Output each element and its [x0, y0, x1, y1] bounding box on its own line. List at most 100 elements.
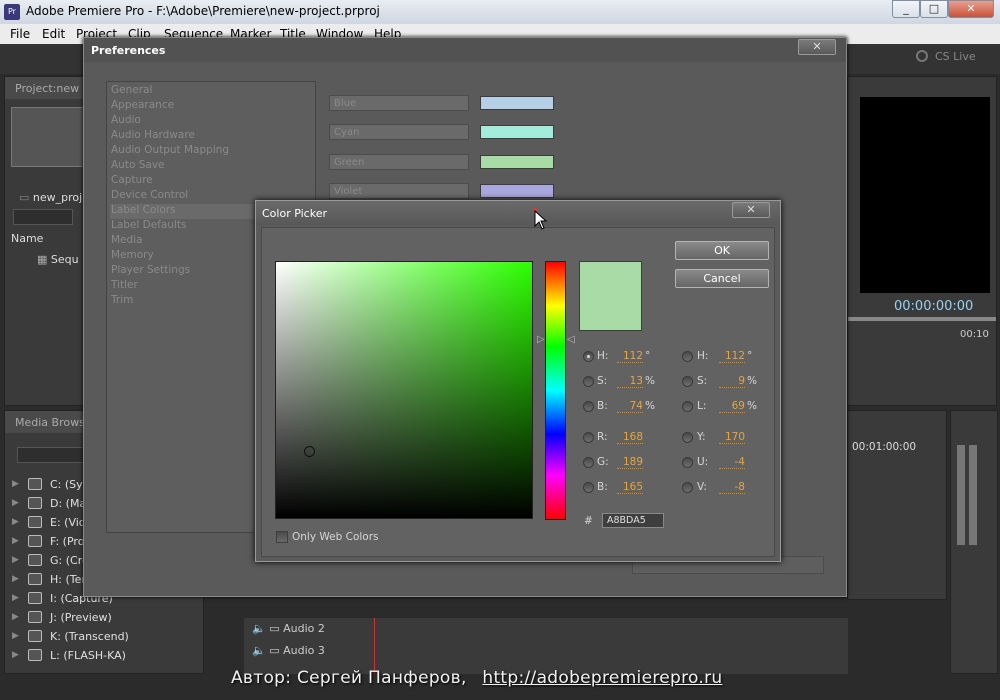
- author-url[interactable]: http://adobepremierepro.ru: [482, 668, 722, 688]
- hue-slider-right-arrow-icon[interactable]: ◁: [567, 334, 575, 345]
- monitor-timecode[interactable]: 00:00:00:00: [894, 299, 973, 314]
- label-color-swatch[interactable]: [480, 96, 554, 110]
- sequence-icon: ▦: [37, 253, 51, 266]
- maximize-button[interactable]: □: [920, 0, 948, 18]
- menu-edit[interactable]: Edit: [42, 27, 65, 41]
- yuv-v-radio[interactable]: [682, 482, 693, 493]
- hsb-hue-value[interactable]: 112: [617, 350, 643, 363]
- rgb-blue-label: B:: [597, 481, 608, 493]
- label-color-swatch[interactable]: [480, 184, 554, 198]
- drive-item[interactable]: ▶ J: (Preview): [0, 609, 200, 628]
- hsl-hue-radio[interactable]: [682, 351, 693, 362]
- category-audio[interactable]: Audio: [110, 114, 310, 129]
- speaker-icon: 🔈 ▭: [252, 622, 284, 635]
- preferences-close-button[interactable]: ✕: [798, 39, 836, 55]
- cancel-button[interactable]: Cancel: [675, 269, 769, 288]
- drive-item[interactable]: ▶ L: (FLASH-KA): [0, 647, 200, 666]
- hsl-saturation-radio[interactable]: [682, 376, 693, 387]
- cs-live-label[interactable]: CS Live: [935, 50, 976, 63]
- category-capture[interactable]: Capture: [110, 174, 310, 189]
- timeline-tracks: 🔈 ▭ Audio 2 🔈 ▭ Audio 3: [244, 618, 848, 674]
- category-audio-output-mapping[interactable]: Audio Output Mapping: [110, 144, 310, 159]
- playhead[interactable]: [374, 618, 375, 674]
- yuv-y-value[interactable]: 170: [719, 431, 745, 444]
- yuv-u-value[interactable]: -4: [719, 456, 745, 469]
- saturation-brightness-field[interactable]: [275, 261, 533, 519]
- color-picker-close-button[interactable]: ✕: [732, 202, 770, 218]
- new-color-preview: [579, 261, 642, 331]
- menu-file[interactable]: File: [10, 27, 30, 41]
- yuv-u-label: U:: [697, 456, 709, 468]
- hsl-lightness-label: L:: [697, 400, 707, 412]
- rgb-green-radio[interactable]: [583, 457, 594, 468]
- project-search-input[interactable]: [13, 209, 73, 225]
- media-browser-dropdown[interactable]: [17, 447, 87, 463]
- yuv-u-radio[interactable]: [682, 457, 693, 468]
- hsb-saturation-radio[interactable]: [583, 376, 594, 387]
- color-picker-title: Color Picker: [262, 207, 327, 220]
- hue-slider[interactable]: [545, 261, 566, 520]
- hsl-hue-value[interactable]: 112: [719, 350, 745, 363]
- program-monitor-video: [860, 97, 990, 293]
- hsb-brightness-value[interactable]: 74: [617, 400, 643, 413]
- hsl-hue-unit: °: [747, 350, 753, 362]
- only-web-colors-checkbox[interactable]: [276, 531, 288, 543]
- hsb-brightness-radio[interactable]: [583, 401, 594, 412]
- audio-meter-left: [957, 445, 965, 545]
- category-appearance[interactable]: Appearance: [110, 99, 310, 114]
- rgb-blue-radio[interactable]: [583, 482, 594, 493]
- drive-icon: [28, 611, 42, 623]
- drive-icon: [28, 478, 42, 490]
- label-color-swatch[interactable]: [480, 155, 554, 169]
- label-name-field[interactable]: Cyan: [329, 124, 469, 140]
- preferences-title: Preferences: [91, 44, 166, 57]
- hsb-saturation-value[interactable]: 13: [617, 375, 643, 388]
- rgb-green-label: G:: [597, 456, 609, 468]
- yuv-v-value[interactable]: -8: [719, 481, 745, 494]
- rgb-green-value[interactable]: 189: [617, 456, 643, 469]
- only-web-colors-label[interactable]: Only Web Colors: [292, 531, 379, 543]
- hsl-lightness-value[interactable]: 69: [719, 400, 745, 413]
- sequence-item[interactable]: ▦ Sequ: [37, 253, 79, 266]
- yuv-y-radio[interactable]: [682, 432, 693, 443]
- drive-icon: [28, 649, 42, 661]
- hsb-hue-radio[interactable]: [583, 351, 594, 362]
- hsl-lightness-unit: %: [747, 400, 757, 412]
- ok-button[interactable]: OK: [675, 241, 769, 260]
- audio-meter-right: [969, 445, 977, 545]
- category-auto-save[interactable]: Auto Save: [110, 159, 310, 174]
- hex-color-input[interactable]: A8BDA5: [602, 513, 664, 528]
- label-name-field[interactable]: Violet: [329, 183, 469, 199]
- rgb-red-radio[interactable]: [583, 432, 594, 443]
- drive-item[interactable]: ▶ K: (Transcend): [0, 628, 200, 647]
- category-audio-hardware[interactable]: Audio Hardware: [110, 129, 310, 144]
- hue-slider-left-arrow-icon[interactable]: ▷: [537, 334, 545, 345]
- timeline-panel: 00:01:00:00: [847, 410, 947, 600]
- track-audio2[interactable]: 🔈 ▭ Audio 2: [252, 622, 325, 635]
- project-tab[interactable]: Project:new: [15, 82, 79, 95]
- audio-meters: [950, 410, 998, 674]
- author-name: Автор: Сергей Панферов,: [231, 668, 467, 688]
- window-title: Adobe Premiere Pro - F:\Adobe\Premiere\n…: [26, 4, 380, 18]
- rgb-red-value[interactable]: 168: [617, 431, 643, 444]
- category-general[interactable]: General: [110, 84, 310, 99]
- color-picker-header: Color Picker: [256, 201, 780, 225]
- monitor-scrubber[interactable]: [848, 317, 996, 321]
- drive-icon: [28, 630, 42, 642]
- premiere-app-icon: Pr: [4, 4, 20, 20]
- track-audio3[interactable]: 🔈 ▭ Audio 3: [252, 644, 325, 657]
- label-color-swatch[interactable]: [480, 125, 554, 139]
- label-name-field[interactable]: Green: [329, 154, 469, 170]
- hsl-saturation-value[interactable]: 9: [719, 375, 745, 388]
- rgb-blue-value[interactable]: 165: [617, 481, 643, 494]
- color-field-cursor[interactable]: [304, 446, 315, 457]
- cs-live-icon: [916, 50, 928, 62]
- hsl-lightness-radio[interactable]: [682, 401, 693, 412]
- drive-icon: [28, 516, 42, 528]
- minimize-button[interactable]: _: [892, 0, 920, 18]
- name-column-header[interactable]: Name: [11, 232, 43, 245]
- label-name-field[interactable]: Blue: [329, 95, 469, 111]
- drive-icon: [28, 592, 42, 604]
- close-window-button[interactable]: ✕: [948, 0, 994, 18]
- hsb-saturation-unit: %: [645, 375, 655, 387]
